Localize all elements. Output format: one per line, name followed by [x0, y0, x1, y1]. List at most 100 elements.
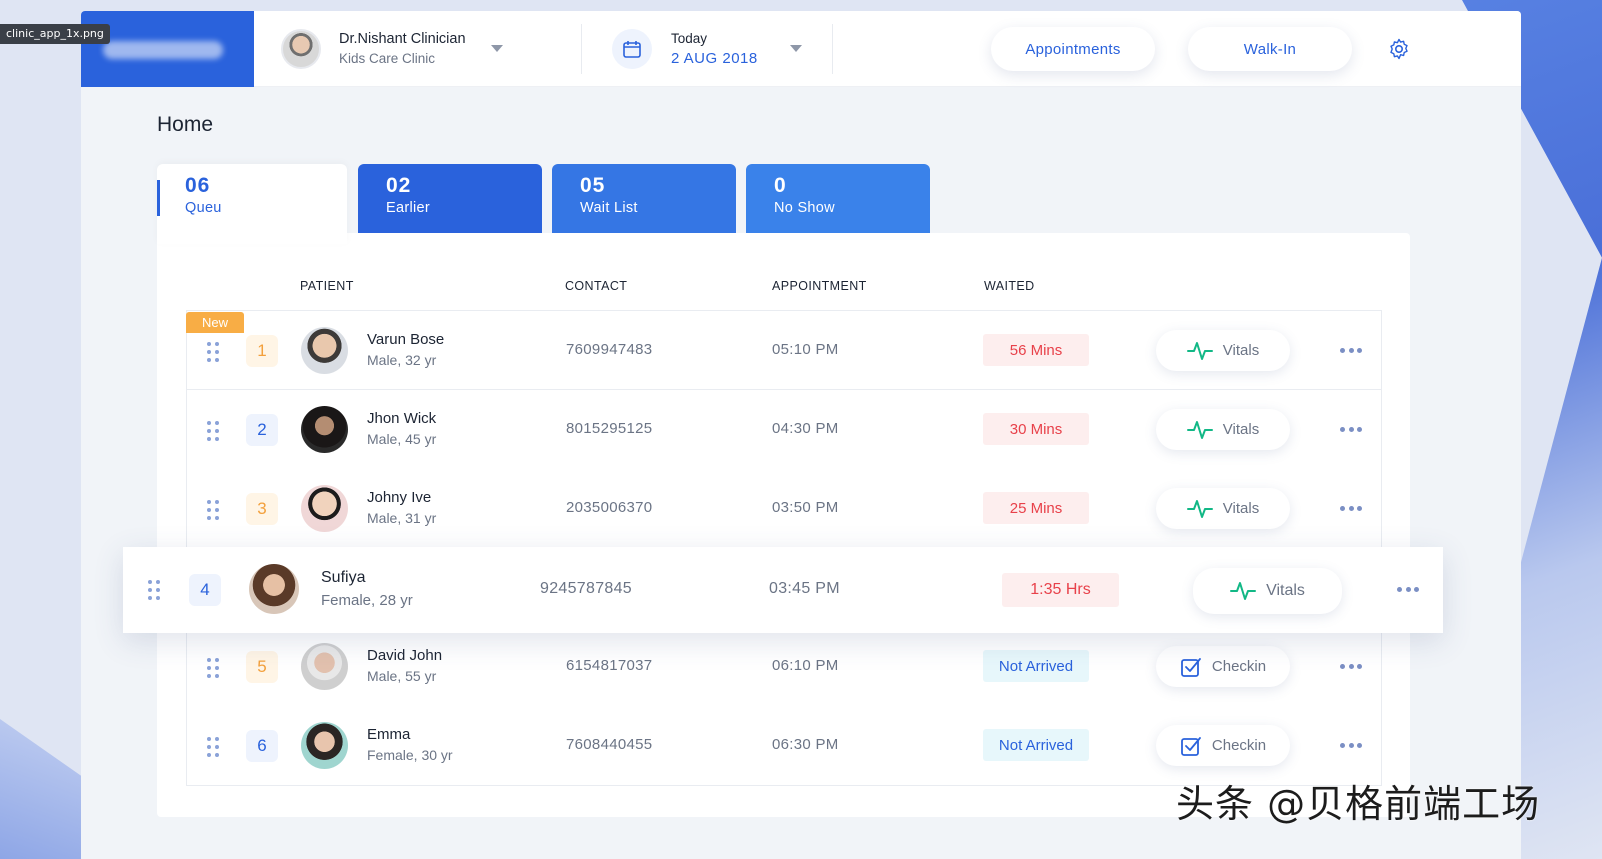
vitals-button[interactable]: Vitals [1156, 330, 1290, 371]
more-options-icon[interactable] [1340, 348, 1362, 354]
page-title: Home [157, 113, 214, 136]
avatar [249, 564, 299, 614]
walk-in-button[interactable]: Walk-In [1188, 27, 1352, 71]
button-label: Checkin [1211, 658, 1267, 675]
date-selector[interactable]: Today 2 AUG 2018 [612, 28, 832, 69]
row-index: 6 [246, 730, 278, 762]
drag-handle-icon[interactable] [207, 500, 221, 520]
patient-contact: 9245787845 [540, 580, 632, 597]
drag-handle-icon[interactable] [207, 421, 221, 441]
row-index: 3 [246, 493, 278, 525]
appointment-time: 06:10 PM [772, 657, 839, 674]
checkbox-icon [1180, 656, 1202, 678]
divider [832, 23, 833, 74]
calendar-icon [612, 28, 652, 69]
pulse-icon [1186, 419, 1213, 441]
tab-wait-list[interactable]: 05 Wait List [552, 164, 736, 234]
date-value: 2 AUG 2018 [671, 49, 758, 67]
more-options-icon[interactable] [1397, 587, 1419, 593]
avatar [301, 406, 348, 453]
vitals-button[interactable]: Vitals [1156, 488, 1290, 529]
column-header-waited[interactable]: WAITED [984, 279, 1035, 293]
doctor-avatar [281, 28, 321, 69]
pulse-icon [1230, 580, 1257, 602]
button-label: Vitals [1222, 421, 1260, 438]
patient-contact: 7609947483 [566, 341, 653, 358]
patient-name[interactable]: Johny Ive [367, 489, 431, 506]
patient-meta: Male, 32 yr [367, 352, 437, 368]
tab-earlier[interactable]: 02 Earlier [358, 164, 542, 234]
vitals-button[interactable]: Vitals [1193, 568, 1342, 614]
row-index: 5 [246, 651, 278, 683]
pulse-icon [1186, 340, 1213, 362]
drag-handle-icon[interactable] [207, 737, 221, 757]
drag-handle-icon[interactable] [207, 658, 221, 678]
tab-label: No Show [774, 200, 835, 216]
patient-name[interactable]: Sufiya [321, 569, 365, 587]
table-row[interactable]: 1 Varun Bose Male, 32 yr 7609947483 05:1… [186, 310, 1382, 390]
appointments-button[interactable]: Appointments [991, 27, 1155, 71]
row-index: 2 [246, 414, 278, 446]
patient-name[interactable]: Jhon Wick [367, 410, 436, 427]
checkbox-icon [1180, 735, 1202, 757]
patient-name[interactable]: David John [367, 647, 442, 664]
more-options-icon[interactable] [1340, 427, 1362, 433]
checkin-button[interactable]: Checkin [1156, 646, 1290, 687]
more-options-icon[interactable] [1340, 664, 1362, 670]
appointment-time: 03:45 PM [769, 580, 840, 597]
patient-meta: Female, 28 yr [321, 592, 413, 609]
patient-name[interactable]: Emma [367, 726, 410, 743]
vitals-button[interactable]: Vitals [1156, 409, 1290, 450]
status-badge: 1:35 Hrs [1002, 573, 1119, 607]
tab-count: 0 [774, 174, 787, 197]
drag-handle-icon[interactable] [207, 342, 221, 362]
patient-meta: Male, 45 yr [367, 431, 437, 447]
new-badge: New [186, 312, 244, 333]
status-badge: 56 Mins [983, 334, 1089, 366]
button-label: Vitals [1222, 342, 1260, 359]
more-options-icon[interactable] [1340, 743, 1362, 749]
table-row[interactable]: 3 Johny Ive Male, 31 yr 2035006370 03:50… [186, 469, 1382, 549]
tab-label: Earlier [386, 200, 430, 216]
column-header-appointment[interactable]: APPOINTMENT [772, 279, 867, 293]
more-options-icon[interactable] [1340, 506, 1362, 512]
top-bar: Dr.Nishant Clinician Kids Care Clinic To… [81, 11, 1521, 87]
clinic-name: Kids Care Clinic [339, 51, 436, 66]
logo[interactable] [81, 11, 254, 87]
column-header-patient[interactable]: PATIENT [300, 279, 354, 293]
column-header-contact[interactable]: CONTACT [565, 279, 627, 293]
table-row[interactable]: 5 David John Male, 55 yr 6154817037 06:1… [186, 627, 1382, 707]
button-label: Vitals [1222, 500, 1260, 517]
avatar [301, 722, 348, 769]
appointment-time: 04:30 PM [772, 420, 839, 437]
status-badge: Not Arrived [983, 650, 1089, 682]
patient-contact: 8015295125 [566, 420, 653, 437]
patient-contact: 6154817037 [566, 657, 653, 674]
patient-name[interactable]: Varun Bose [367, 331, 444, 348]
tab-label: Wait List [580, 200, 638, 216]
gear-icon[interactable] [1387, 37, 1411, 66]
drag-handle-icon[interactable] [148, 580, 162, 600]
patient-contact: 7608440455 [566, 736, 653, 753]
chevron-down-icon[interactable] [789, 45, 802, 52]
patient-meta: Male, 55 yr [367, 668, 437, 684]
appointment-time: 03:50 PM [772, 499, 839, 516]
tab-no-show[interactable]: 0 No Show [746, 164, 930, 234]
status-badge: Not Arrived [983, 729, 1089, 761]
doctor-name: Dr.Nishant Clinician [339, 31, 466, 47]
tab-count: 05 [580, 174, 606, 197]
doctor-selector[interactable]: Dr.Nishant Clinician Kids Care Clinic [281, 28, 551, 69]
app-window: Dr.Nishant Clinician Kids Care Clinic To… [81, 11, 1521, 859]
patient-meta: Male, 31 yr [367, 510, 437, 526]
table-row[interactable]: 2 Jhon Wick Male, 45 yr 8015295125 04:30… [186, 390, 1382, 470]
row-index: 4 [189, 574, 221, 606]
button-label: Vitals [1266, 582, 1305, 599]
logo-mark [103, 40, 223, 59]
checkin-button[interactable]: Checkin [1156, 725, 1290, 766]
date-label: Today [671, 30, 708, 46]
tab-queue[interactable]: 06 Queu [157, 164, 347, 244]
appointment-time: 06:30 PM [772, 736, 839, 753]
table-row[interactable]: 4 Sufiya Female, 28 yr 9245787845 03:45 … [123, 547, 1443, 633]
patient-contact: 2035006370 [566, 499, 653, 516]
chevron-down-icon[interactable] [490, 45, 503, 52]
